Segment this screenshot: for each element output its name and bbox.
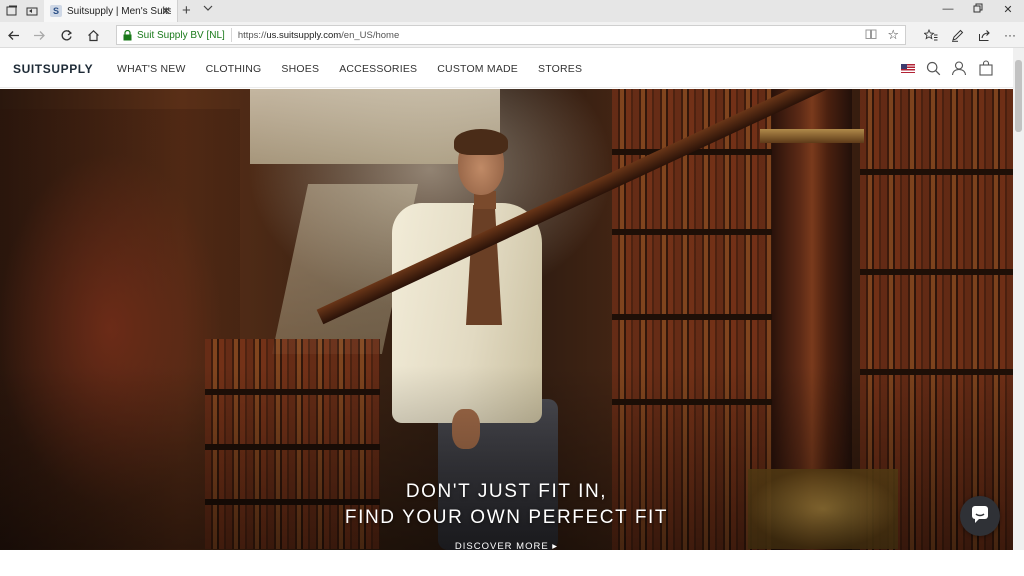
browser-tab[interactable]: S Suitsupply | Men's Suits ✕ xyxy=(44,0,178,22)
pen-icon[interactable] xyxy=(948,26,966,44)
us-flag-icon[interactable] xyxy=(901,64,915,73)
reading-view-icon[interactable] xyxy=(865,28,877,43)
more-icon[interactable]: ··· xyxy=(1001,26,1019,44)
favicon-icon: S xyxy=(50,5,62,17)
nav-item-whats-new[interactable]: WHAT'S NEW xyxy=(117,63,186,75)
discover-more-link[interactable]: DISCOVER MORE ▸ xyxy=(0,541,1013,550)
browser-toolbar: Suit Supply BV [NL] https://us.suitsuppl… xyxy=(0,22,1024,48)
page-scrollbar[interactable] xyxy=(1013,48,1024,550)
refresh-icon[interactable] xyxy=(57,26,75,44)
nav-item-custom-made[interactable]: CUSTOM MADE xyxy=(437,63,518,75)
star-icon[interactable]: ☆ xyxy=(887,27,899,43)
forward-arrow-icon[interactable] xyxy=(30,26,48,44)
site-header: SUITSUPPLY WHAT'S NEW CLOTHING SHOES ACC… xyxy=(0,48,1013,88)
url-text[interactable]: https://us.suitsupply.com/en_US/home xyxy=(238,30,399,41)
hero-banner[interactable]: DON'T JUST FIT IN, FIND YOUR OWN PERFECT… xyxy=(0,89,1013,550)
close-window-icon[interactable]: ✕ xyxy=(996,3,1020,16)
browser-tab-strip: S Suitsupply | Men's Suits ✕ + — ✕ xyxy=(0,0,1024,22)
home-icon[interactable] xyxy=(84,26,102,44)
tab-title: Suitsupply | Men's Suits xyxy=(67,5,171,17)
hero-headline-line-1: DON'T JUST FIT IN, xyxy=(405,481,608,502)
chat-button[interactable] xyxy=(960,496,1000,536)
set-aside-tabs-icon[interactable] xyxy=(24,3,40,19)
lock-icon[interactable] xyxy=(121,29,133,41)
divider xyxy=(230,28,232,42)
nav-item-shoes[interactable]: SHOES xyxy=(281,63,319,75)
chat-bubble-icon xyxy=(970,504,990,529)
share-icon[interactable] xyxy=(975,26,993,44)
user-icon[interactable] xyxy=(950,59,968,77)
back-arrow-icon[interactable] xyxy=(4,26,22,44)
main-navigation: WHAT'S NEW CLOTHING SHOES ACCESSORIES CU… xyxy=(117,63,602,75)
nav-item-stores[interactable]: STORES xyxy=(538,63,582,75)
tab-actions-icon[interactable] xyxy=(4,3,20,19)
search-icon[interactable] xyxy=(924,59,942,77)
page-bottom-area xyxy=(0,550,1024,576)
address-bar[interactable]: Suit Supply BV [NL] https://us.suitsuppl… xyxy=(116,25,906,45)
url-path: /en_US/home xyxy=(341,29,400,41)
site-identity[interactable]: Suit Supply BV [NL] xyxy=(137,30,225,41)
hero-headline-line-2: FIND YOUR OWN PERFECT FIT xyxy=(344,507,669,528)
site-logo[interactable]: SUITSUPPLY xyxy=(13,62,93,76)
nav-item-clothing[interactable]: CLOTHING xyxy=(206,63,262,75)
minimize-icon[interactable]: — xyxy=(936,3,960,15)
restore-icon[interactable] xyxy=(966,3,990,16)
url-prefix: https:// xyxy=(237,29,267,41)
favorites-hub-icon[interactable] xyxy=(922,26,940,44)
plus-icon[interactable]: + xyxy=(182,2,191,19)
scrollbar-thumb[interactable] xyxy=(1015,60,1022,132)
nav-item-accessories[interactable]: ACCESSORIES xyxy=(339,63,417,75)
hero-headline: DON'T JUST FIT IN, FIND YOUR OWN PERFECT… xyxy=(0,479,1013,531)
shopping-bag-icon[interactable] xyxy=(977,59,995,77)
close-tab-icon[interactable]: ✕ xyxy=(161,4,171,18)
url-host: us.suitsupply.com xyxy=(266,29,342,41)
chevron-down-icon[interactable] xyxy=(203,3,213,16)
